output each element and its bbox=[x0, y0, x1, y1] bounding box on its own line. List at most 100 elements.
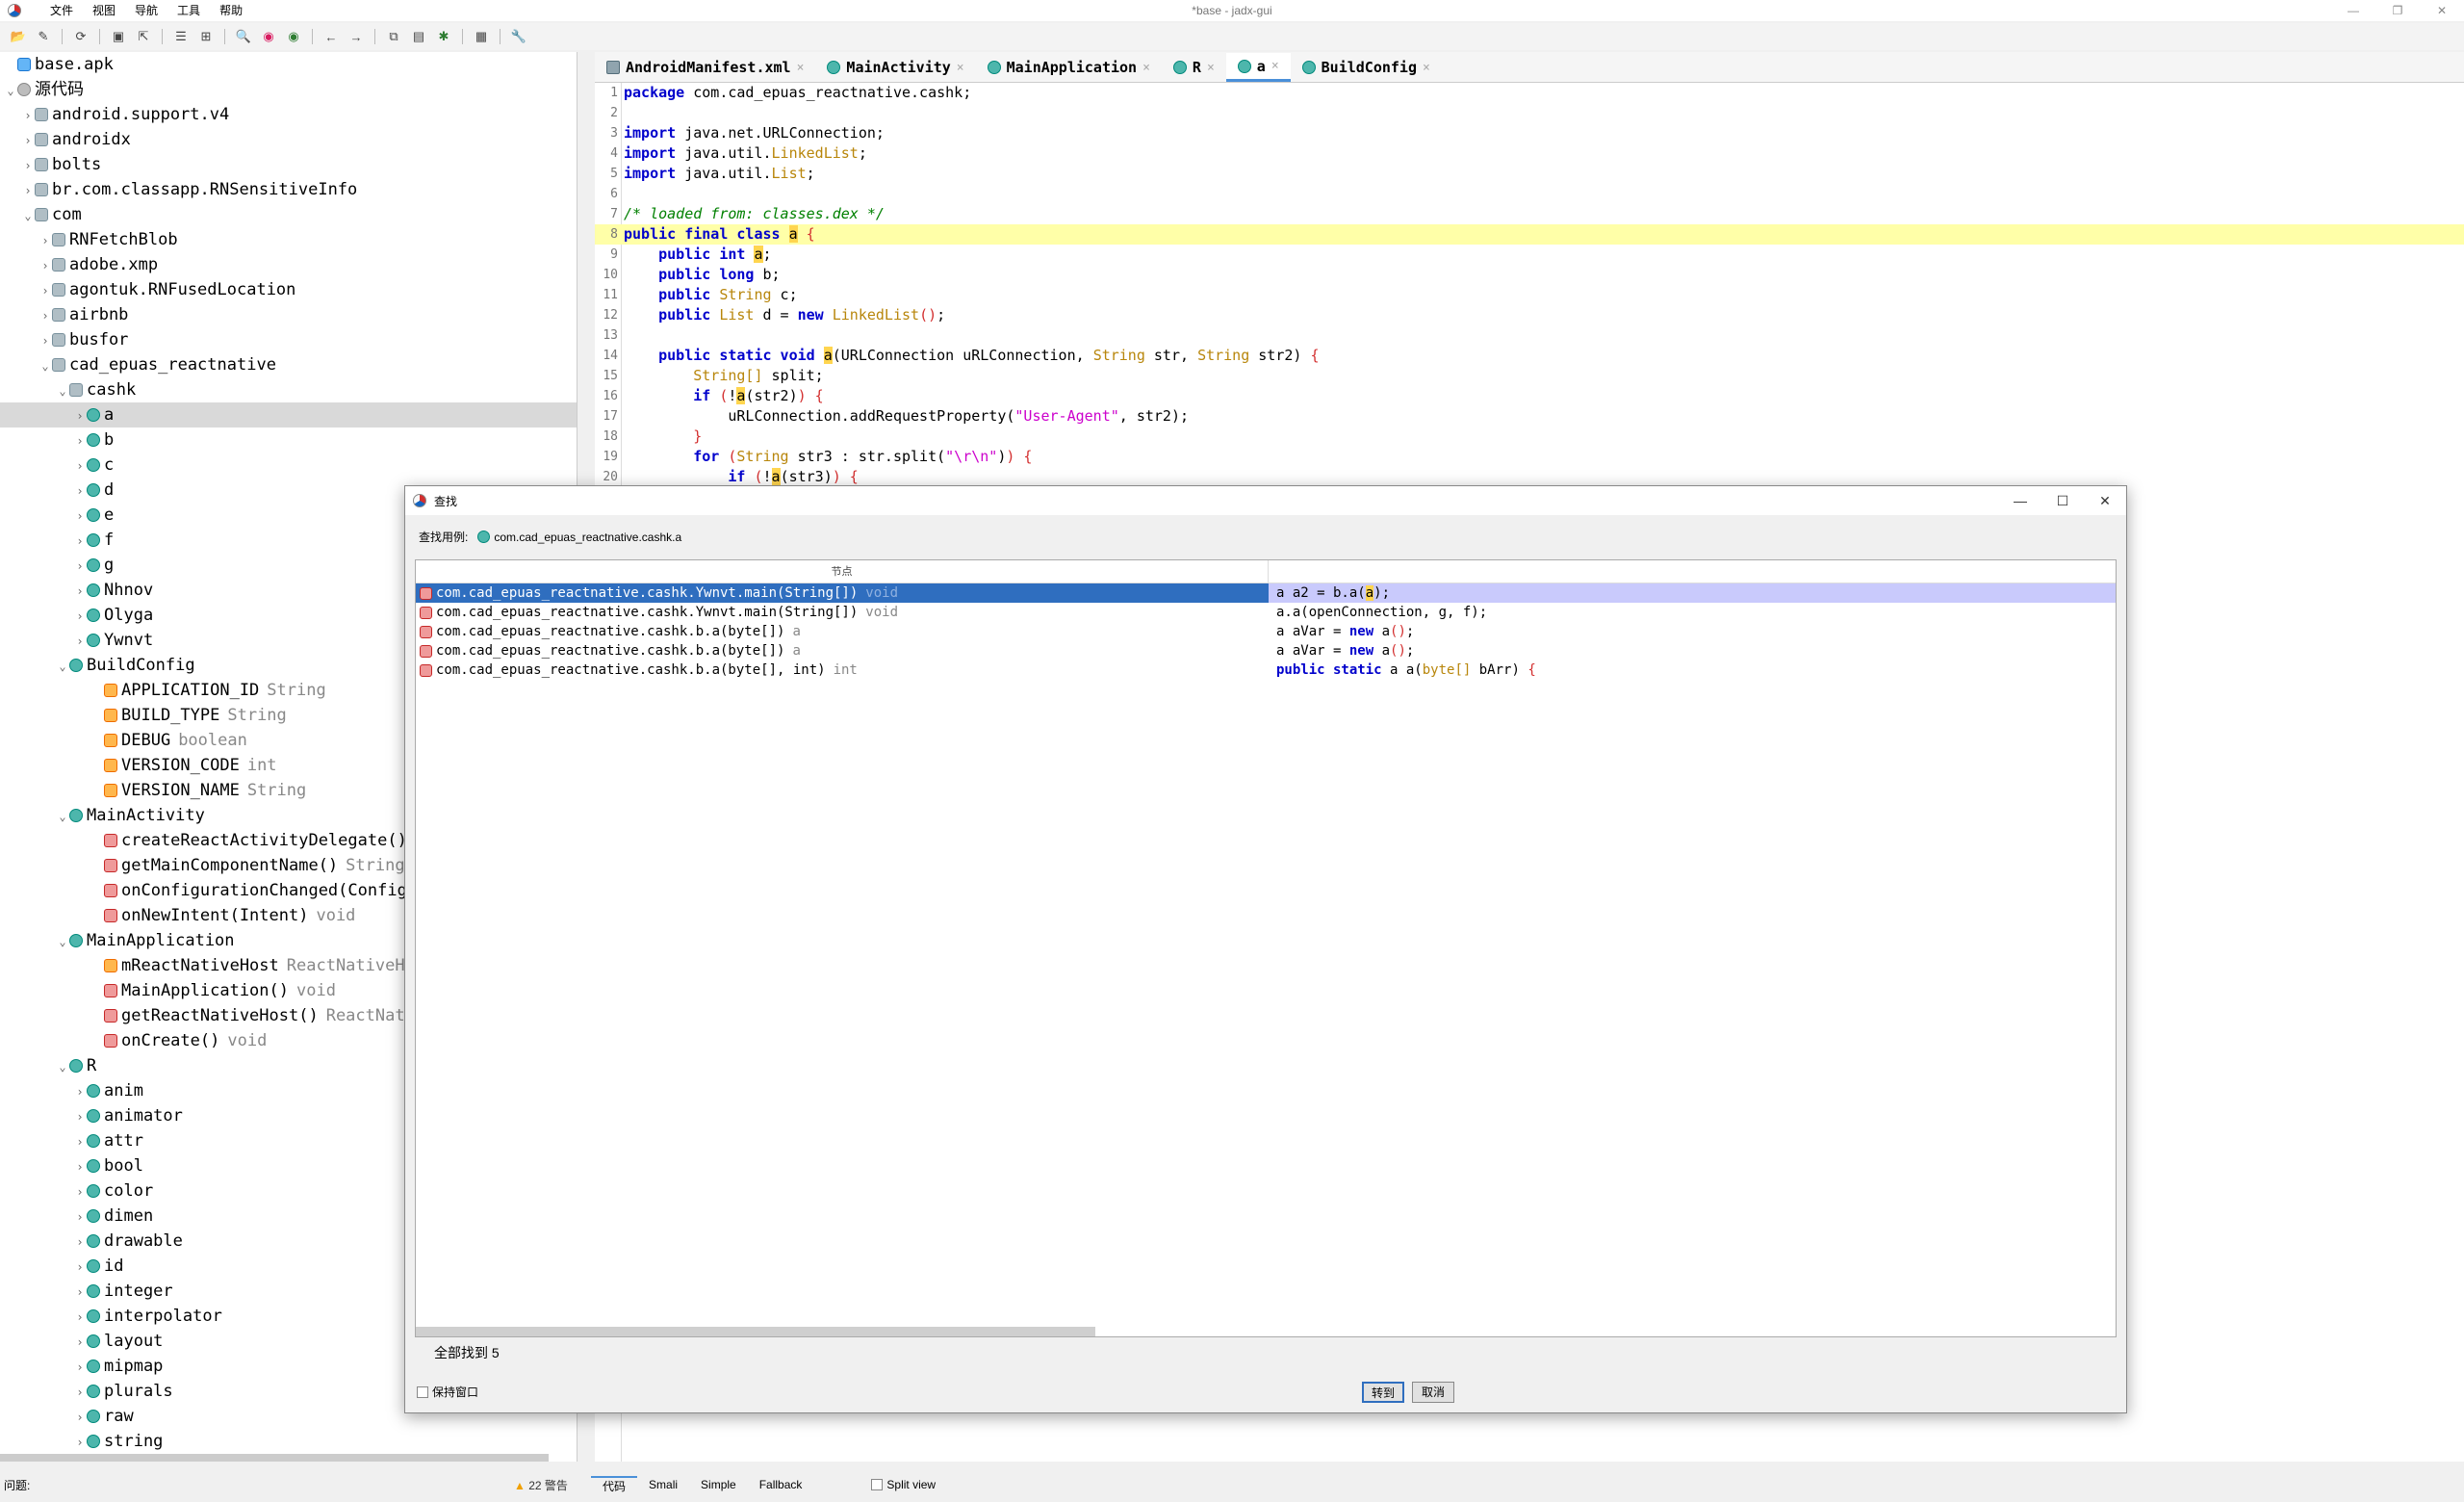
code-line[interactable]: 3 import java.net.URLConnection; bbox=[595, 123, 2464, 143]
editor-tab[interactable]: MainActivity × bbox=[815, 53, 975, 82]
code-line[interactable]: 19 for (String str3 : str.split("\r\n"))… bbox=[595, 447, 2464, 467]
collapsed-chevron-icon[interactable]: › bbox=[73, 1305, 87, 1330]
tree-item[interactable]: › string bbox=[0, 1429, 577, 1454]
editor-tab[interactable]: BuildConfig × bbox=[1291, 53, 1442, 82]
collapsed-chevron-icon[interactable]: › bbox=[73, 1330, 87, 1355]
tree-item[interactable]: ⌄ com bbox=[0, 202, 577, 227]
collapsed-chevron-icon[interactable]: › bbox=[73, 1154, 87, 1179]
code-line[interactable]: 11 public String c; bbox=[595, 285, 2464, 305]
result-row[interactable]: com.cad_epuas_reactnative.cashk.b.a(byte… bbox=[416, 641, 2116, 660]
tree-item[interactable]: › c bbox=[0, 453, 577, 478]
code-line[interactable]: 4 import java.util.LinkedList; bbox=[595, 143, 2464, 164]
result-row[interactable]: com.cad_epuas_reactnative.cashk.Ywnvt.ma… bbox=[416, 603, 2116, 622]
tree-item[interactable]: › androidx bbox=[0, 127, 577, 152]
tree-item[interactable]: › RNFetchBlob bbox=[0, 227, 577, 252]
collapsed-chevron-icon[interactable]: › bbox=[73, 579, 87, 604]
collapsed-chevron-icon[interactable]: › bbox=[21, 128, 35, 153]
tree-item[interactable]: › b bbox=[0, 427, 577, 453]
tab-code[interactable]: 代码 bbox=[591, 1475, 638, 1494]
tab-smali[interactable]: Smali bbox=[637, 1478, 689, 1491]
split-view-toggle[interactable]: Split view bbox=[871, 1478, 936, 1491]
menu-view[interactable]: 视图 bbox=[83, 0, 125, 21]
code-line[interactable]: 15 String[] split; bbox=[595, 366, 2464, 386]
collapsed-chevron-icon[interactable]: › bbox=[21, 153, 35, 178]
back-icon[interactable]: ← bbox=[321, 26, 342, 47]
collapsed-chevron-icon[interactable]: › bbox=[73, 1405, 87, 1430]
collapsed-chevron-icon[interactable]: › bbox=[73, 1230, 87, 1255]
expanded-chevron-icon[interactable]: ⌄ bbox=[56, 654, 69, 679]
tree-item[interactable]: ⌄ cashk bbox=[0, 377, 577, 402]
menu-file[interactable]: 文件 bbox=[40, 0, 83, 21]
editor-tab[interactable]: R × bbox=[1162, 53, 1226, 82]
code-line[interactable]: 7 /* loaded from: classes.dex */ bbox=[595, 204, 2464, 224]
menu-help[interactable]: 帮助 bbox=[210, 0, 252, 21]
tree-icon[interactable]: ⊞ bbox=[195, 26, 217, 47]
expanded-chevron-icon[interactable]: ⌄ bbox=[4, 78, 17, 103]
tab-close-icon[interactable]: × bbox=[797, 61, 805, 75]
collapsed-chevron-icon[interactable]: › bbox=[38, 278, 52, 303]
result-row[interactable]: com.cad_epuas_reactnative.cashk.b.a(byte… bbox=[416, 622, 2116, 641]
collapsed-chevron-icon[interactable]: › bbox=[73, 529, 87, 554]
collapsed-chevron-icon[interactable]: › bbox=[38, 253, 52, 278]
collapsed-chevron-icon[interactable]: › bbox=[73, 453, 87, 479]
collapsed-chevron-icon[interactable]: › bbox=[73, 479, 87, 504]
code-line[interactable]: 20 if (!a(str3)) { bbox=[595, 467, 2464, 487]
collapsed-chevron-icon[interactable]: › bbox=[73, 428, 87, 453]
find-class-icon[interactable]: ◉ bbox=[283, 26, 304, 47]
collapsed-chevron-icon[interactable]: › bbox=[73, 1380, 87, 1405]
tab-simple[interactable]: Simple bbox=[689, 1478, 748, 1491]
quick-tabs-icon[interactable]: ▤ bbox=[408, 26, 429, 47]
split-view-checkbox[interactable] bbox=[871, 1479, 884, 1490]
dialog-minimize-button[interactable]: — bbox=[1999, 486, 2041, 515]
expanded-chevron-icon[interactable]: ⌄ bbox=[56, 804, 69, 829]
collapsed-chevron-icon[interactable]: › bbox=[73, 1255, 87, 1280]
collapsed-chevron-icon[interactable]: › bbox=[38, 228, 52, 253]
open-icon[interactable]: 📂 bbox=[8, 26, 29, 47]
collapsed-chevron-icon[interactable]: › bbox=[21, 178, 35, 203]
code-line[interactable]: 12 public List d = new LinkedList(); bbox=[595, 305, 2464, 325]
tree-item[interactable]: ⌄ cad_epuas_reactnative bbox=[0, 352, 577, 377]
tree-item[interactable]: › android.support.v4 bbox=[0, 102, 577, 127]
code-line[interactable]: 9 public int a; bbox=[595, 245, 2464, 265]
tab-close-icon[interactable]: × bbox=[957, 61, 964, 75]
code-line[interactable]: 18 } bbox=[595, 427, 2464, 447]
collapsed-chevron-icon[interactable]: › bbox=[73, 1179, 87, 1204]
tab-close-icon[interactable]: × bbox=[1271, 59, 1279, 73]
log-icon[interactable]: ▦ bbox=[471, 26, 492, 47]
sync-icon[interactable]: ⟳ bbox=[70, 26, 91, 47]
tab-close-icon[interactable]: × bbox=[1423, 61, 1430, 75]
tree-item[interactable]: › a bbox=[0, 402, 577, 427]
maximize-button[interactable]: ❐ bbox=[2375, 0, 2420, 21]
code-line[interactable]: 17 uRLConnection.addRequestProperty("Use… bbox=[595, 406, 2464, 427]
tree-item[interactable]: › br.com.classapp.RNSensitiveInfo bbox=[0, 177, 577, 202]
tree-horizontal-scrollbar[interactable] bbox=[0, 1454, 549, 1462]
tree-item[interactable]: › bolts bbox=[0, 152, 577, 177]
dialog-close-button[interactable]: ✕ bbox=[2084, 486, 2126, 515]
result-row[interactable]: com.cad_epuas_reactnative.cashk.Ywnvt.ma… bbox=[416, 583, 2116, 603]
warnings-indicator[interactable]: ▲ 22 警告 bbox=[514, 1477, 591, 1493]
collapsed-chevron-icon[interactable]: › bbox=[38, 328, 52, 353]
collapsed-chevron-icon[interactable]: › bbox=[73, 403, 87, 428]
cancel-button[interactable]: 取消 bbox=[1412, 1382, 1454, 1403]
tree-item[interactable]: ⌄ 源代码 bbox=[0, 77, 577, 102]
tree-item[interactable]: › busfor bbox=[0, 327, 577, 352]
keep-open-toggle[interactable]: 保持窗口 bbox=[417, 1384, 478, 1400]
forward-icon[interactable]: → bbox=[346, 26, 367, 47]
save-all-icon[interactable]: ✎ bbox=[33, 26, 54, 47]
collapsed-chevron-icon[interactable]: › bbox=[73, 554, 87, 579]
collapsed-chevron-icon[interactable]: › bbox=[73, 1104, 87, 1129]
column-header-node[interactable]: 节点 bbox=[416, 560, 1269, 583]
settings-icon[interactable]: 🔧 bbox=[508, 26, 529, 47]
deobfuscate-icon[interactable]: ⧉ bbox=[383, 26, 404, 47]
expanded-chevron-icon[interactable]: ⌄ bbox=[56, 378, 69, 403]
code-line[interactable]: 13 bbox=[595, 325, 2464, 346]
collapsed-chevron-icon[interactable]: › bbox=[73, 1129, 87, 1154]
tree-item[interactable]: › adobe.xmp bbox=[0, 252, 577, 277]
tree-item[interactable]: › airbnb bbox=[0, 302, 577, 327]
collapsed-chevron-icon[interactable]: › bbox=[73, 1355, 87, 1380]
editor-tab[interactable]: a × bbox=[1225, 53, 1291, 82]
code-line[interactable]: 6 bbox=[595, 184, 2464, 204]
minimize-button[interactable]: — bbox=[2331, 0, 2375, 21]
tab-fallback[interactable]: Fallback bbox=[748, 1478, 814, 1491]
code-line[interactable]: 1 package com.cad_epuas_reactnative.cashk… bbox=[595, 83, 2464, 103]
